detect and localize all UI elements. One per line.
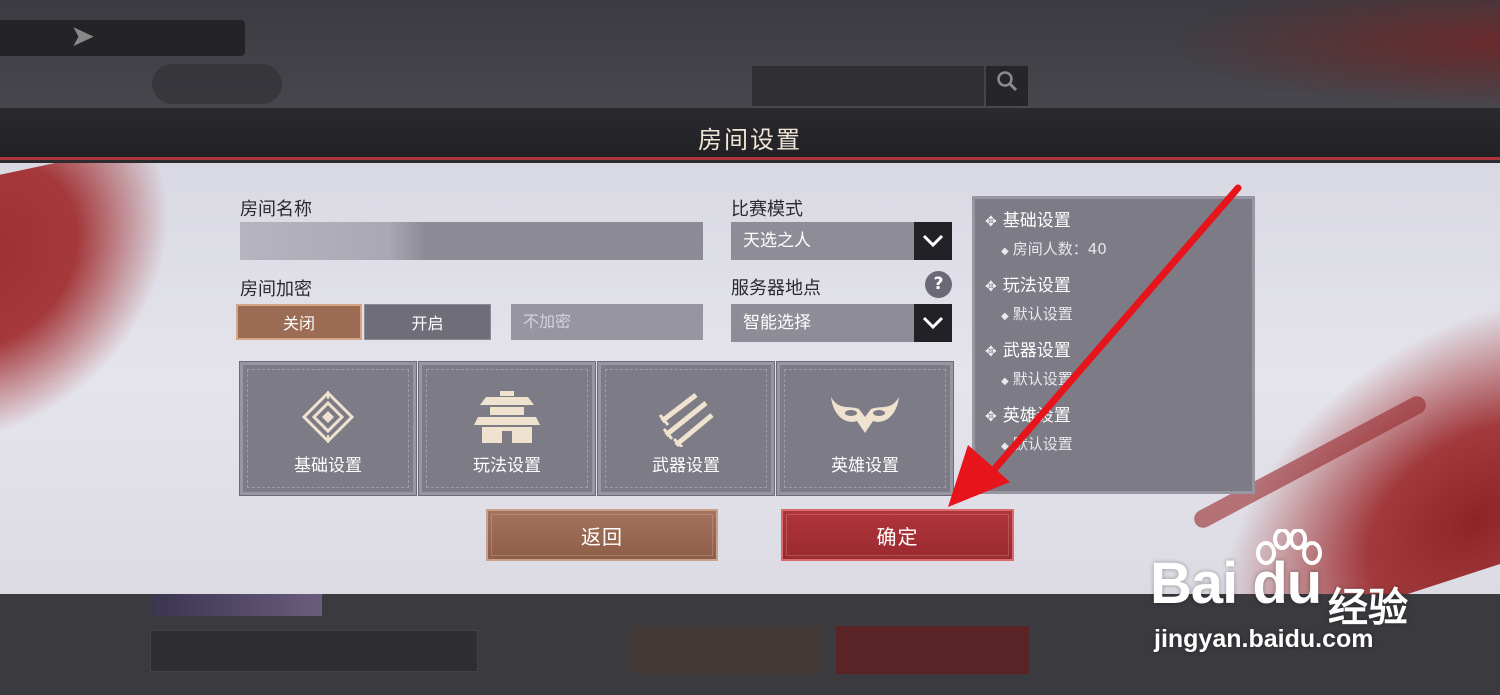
watermark-url: jingyan.baidu.com: [1154, 625, 1374, 653]
watermark-brand: Bai du: [1150, 551, 1322, 616]
baidu-jingyan-watermark: Bai du 经验 jingyan.baidu.com: [1150, 529, 1430, 665]
